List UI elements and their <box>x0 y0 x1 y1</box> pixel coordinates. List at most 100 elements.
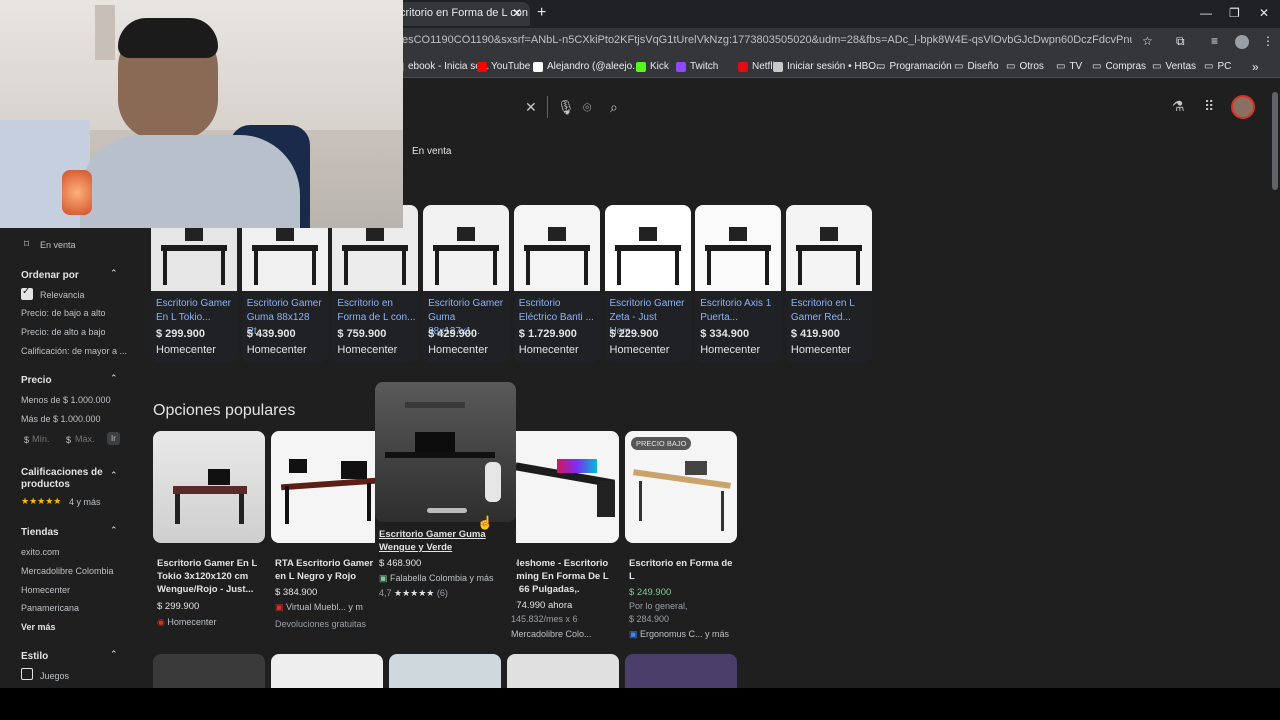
chevron-up-icon[interactable]: ⌃ <box>110 373 118 384</box>
product-image[interactable] <box>389 654 501 688</box>
media-icon[interactable]: ≡ <box>1211 34 1218 48</box>
profile-avatar[interactable] <box>1235 35 1249 49</box>
product-card[interactable]: Escritorio en L Gamer Red... $ 419.900 Hom… <box>785 205 872 363</box>
product-image[interactable] <box>375 382 516 522</box>
product-card[interactable]: Escritorio Gamer Zeta - Just Hom... $ 229… <box>604 205 691 363</box>
product-title[interactable]: Escritorio en Forma de L con... <box>337 297 415 325</box>
bookmark-item[interactable]: ▭ Programación <box>876 61 952 72</box>
account-avatar[interactable] <box>1231 95 1255 119</box>
style-header[interactable]: Estilo <box>21 651 48 662</box>
bookmark-item[interactable]: ▭ Otros <box>1006 61 1044 72</box>
active-tab[interactable]: critorio en Forma de L con Se <box>392 2 530 26</box>
sort-price-desc[interactable]: Precio: de alto a bajo <box>21 327 106 337</box>
ordenar-header[interactable]: Ordenar por <box>21 270 79 281</box>
store-panamericana[interactable]: Panamericana <box>21 603 79 613</box>
bookmark-item[interactable]: ▭ Diseño <box>954 61 999 72</box>
product-card[interactable]: Escritorio Eléctrico Banti ... $ 1.729.90… <box>513 205 600 363</box>
apps-grid-icon[interactable]: ⠿ <box>1204 98 1214 115</box>
bookmark-item[interactable]: ▭ Ventas <box>1152 61 1196 72</box>
bookmark-item[interactable]: Iniciar sesión • HBO... <box>773 61 884 72</box>
chip-en-venta[interactable]: En venta <box>412 146 451 157</box>
bookmark-item[interactable]: ebook - Inicia se... <box>394 61 489 72</box>
clear-search-icon[interactable]: ✕ <box>525 99 537 116</box>
filter-en-venta[interactable]: En venta <box>40 240 76 250</box>
store-exito[interactable]: exito.com <box>21 547 60 557</box>
product-image[interactable] <box>507 654 619 688</box>
maximize-icon[interactable]: ❐ <box>1229 6 1240 20</box>
product-image[interactable] <box>513 205 600 291</box>
style-juegos[interactable]: Juegos <box>40 671 69 681</box>
checkbox-juegos[interactable] <box>21 668 33 680</box>
product-image[interactable] <box>271 431 383 543</box>
menu-icon[interactable]: ⋮ <box>1262 34 1274 48</box>
url-text[interactable]: esCO1190CO1190&sxsrf=ANbL-n5CXkiPto2KFtj… <box>402 34 1132 46</box>
sort-rating[interactable]: Calificación: de mayor a ... <box>21 346 127 356</box>
bookmark-item[interactable]: Twitch <box>676 61 718 72</box>
close-window-icon[interactable]: ✕ <box>1259 6 1269 20</box>
chevron-up-icon[interactable]: ⌃ <box>110 649 118 660</box>
search-icon[interactable]: ⌕ <box>610 99 618 116</box>
bookmark-star-icon[interactable]: ☆ <box>1142 34 1153 48</box>
product-image[interactable] <box>604 205 691 291</box>
product-title[interactable]: Escritorio Gamer Guma Wengue y Verde <box>379 528 489 554</box>
microphone-icon[interactable]: 🎙 <box>557 99 575 116</box>
product-image[interactable] <box>507 431 619 543</box>
product-title[interactable]: Escritorio en L Gamer Red... <box>791 297 869 325</box>
product-card[interactable]: Escritorio Gamer Guma 88x127x1... $ 429.9… <box>423 205 510 363</box>
bookmark-item[interactable]: YouTube <box>477 61 530 72</box>
min-price-input[interactable] <box>32 432 60 446</box>
bookmark-item[interactable]: ▭ PC <box>1204 61 1231 72</box>
site-favicon-icon <box>676 61 686 72</box>
max-price-input[interactable] <box>75 432 103 446</box>
product-image[interactable] <box>625 654 737 688</box>
product-title[interactable]: Escritorio Axis 1 Puerta... <box>700 297 778 325</box>
product-title[interactable]: RTA Escritorio Gamer en L Negro y Rojo <box>275 557 379 583</box>
product-image[interactable] <box>153 431 265 543</box>
sort-price-asc[interactable]: Precio: de bajo a alto <box>21 308 106 318</box>
product-title[interactable]: Escritorio Gamer En L Tokio... <box>156 297 234 325</box>
product-title[interactable]: Escritorio Gamer En L Tokio 3x120x120 cm… <box>157 557 261 596</box>
product-title[interactable]: Escritorio en Forma de L <box>629 557 733 583</box>
new-tab-icon[interactable]: + <box>537 4 546 22</box>
product-image[interactable] <box>153 654 265 688</box>
product-card[interactable]: Escritorio Gamer En L Tokio... $ 299.900 H… <box>151 205 237 363</box>
store-mercadolibre[interactable]: Mercadolibre Colombia <box>21 566 114 576</box>
product-card[interactable]: Escritorio en Forma de L con... $ 759.900… <box>332 205 419 363</box>
minimize-icon[interactable]: — <box>1200 6 1212 20</box>
product-card[interactable]: Escritorio Axis 1 Puerta... $ 334.900 Home… <box>695 205 782 363</box>
price-over[interactable]: Más de $ 1.000.000 <box>21 414 101 424</box>
product-image[interactable] <box>695 205 782 291</box>
product-title[interactable]: Escritorio Eléctrico Banti ... <box>519 297 597 325</box>
bookmark-item[interactable]: Kick <box>636 61 669 72</box>
bookmark-item[interactable]: ▭ TV <box>1056 61 1082 72</box>
more-options-icon[interactable]: ⋮ <box>511 530 522 543</box>
price-go-button[interactable]: Ir <box>107 432 120 445</box>
price-under[interactable]: Menos de $ 1.000.000 <box>21 395 111 405</box>
chevron-up-icon[interactable]: ⌃ <box>110 525 118 536</box>
close-tab-icon[interactable]: ✕ <box>512 6 522 20</box>
product-title[interactable]: bleshome - Escritorio aming En Forma De … <box>511 557 615 596</box>
rating-stars-icon[interactable]: ★★★★★ <box>21 496 61 507</box>
chevron-up-icon[interactable]: ⌃ <box>110 470 118 481</box>
extensions-icon[interactable]: ⧉ <box>1176 34 1185 49</box>
precio-header[interactable]: Precio <box>21 375 52 386</box>
bookmark-item[interactable]: ▭ Compras <box>1092 61 1146 72</box>
ratings-header[interactable]: Calificaciones de productos <box>21 467 111 491</box>
lens-icon[interactable]: ⌾ <box>583 99 591 116</box>
scrollbar-thumb[interactable] <box>1272 92 1278 190</box>
product-image[interactable] <box>423 205 510 291</box>
product-card[interactable]: Escritorio Gamer Guma 88x128 Rt... $ 439.… <box>241 205 328 363</box>
more-bookmarks-icon[interactable]: » <box>1252 60 1259 74</box>
stores-more-link[interactable]: Ver más <box>21 622 56 632</box>
hovered-product-card[interactable]: ⋮ Escritorio Gamer Guma Wengue y Verde $… <box>375 382 522 610</box>
labs-icon[interactable]: ⚗ <box>1172 98 1185 115</box>
sort-relevancia[interactable]: Relevancia <box>40 290 85 300</box>
product-image[interactable] <box>271 654 383 688</box>
rating-filter-label[interactable]: 4 y más <box>69 497 101 507</box>
store-homecenter[interactable]: Homecenter <box>21 585 70 595</box>
chevron-up-icon[interactable]: ⌃ <box>110 268 118 279</box>
product-image[interactable] <box>785 205 872 291</box>
bookmark-item[interactable]: Alejandro (@aleejo.... <box>533 61 643 72</box>
checkbox-checked[interactable]: ✓ <box>21 286 33 300</box>
stores-header[interactable]: Tiendas <box>21 527 59 538</box>
